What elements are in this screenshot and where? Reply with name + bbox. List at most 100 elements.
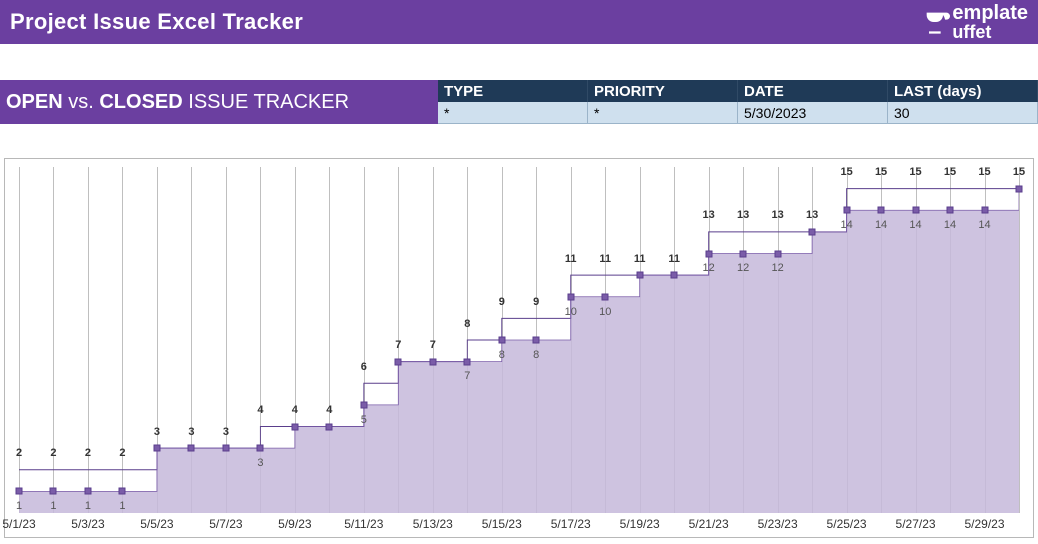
open-label: 2 (50, 447, 56, 459)
filter-table: TYPE PRIORITY DATE LAST (days) * * 5/30/… (438, 80, 1038, 124)
open-label: 11 (599, 253, 611, 265)
closed-label: 12 (703, 262, 715, 274)
data-marker (257, 445, 264, 452)
page-title: Project Issue Excel Tracker (10, 9, 303, 35)
chart-container[interactable]: 2222333444677899111111111313131315151515… (4, 158, 1034, 538)
closed-label: 12 (737, 262, 749, 274)
closed-label: 14 (944, 219, 956, 231)
data-marker (50, 488, 57, 495)
x-tick-label: 5/27/23 (896, 517, 936, 531)
closed-word: CLOSED (99, 91, 182, 113)
closed-label: 3 (257, 457, 263, 469)
x-tick-label: 5/11/23 (344, 517, 383, 531)
closed-label: 14 (840, 219, 852, 231)
open-label: 15 (978, 166, 990, 178)
open-label: 7 (430, 339, 436, 351)
open-label: 13 (806, 209, 818, 221)
open-label: 15 (944, 166, 956, 178)
title-bar: Project Issue Excel Tracker emplateuffet (0, 0, 1038, 44)
filter-cell-type[interactable]: * (438, 102, 588, 124)
data-marker (119, 488, 126, 495)
x-tick-label: 5/29/23 (964, 517, 1004, 531)
closed-label: 14 (978, 219, 990, 231)
data-marker (429, 358, 436, 365)
data-marker (636, 272, 643, 279)
filter-head-priority: PRIORITY (588, 80, 738, 102)
closed-label: 7 (464, 370, 470, 382)
open-label: 15 (840, 166, 852, 178)
closed-label: 10 (599, 306, 611, 318)
x-tick-label: 5/23/23 (758, 517, 798, 531)
open-label: 2 (16, 447, 22, 459)
x-tick-label: 5/19/23 (620, 517, 660, 531)
section-title: OPEN vs. CLOSED ISSUE TRACKER (0, 80, 438, 124)
data-marker (16, 488, 23, 495)
filter-head-type: TYPE (438, 80, 588, 102)
x-tick-label: 5/21/23 (689, 517, 729, 531)
open-label: 13 (737, 209, 749, 221)
open-label: 4 (326, 404, 332, 416)
open-label: 9 (499, 296, 505, 308)
data-marker (809, 228, 816, 235)
closed-label: 1 (119, 500, 125, 512)
x-tick-label: 5/13/23 (413, 517, 453, 531)
x-tick-label: 5/17/23 (551, 517, 591, 531)
data-marker (326, 423, 333, 430)
open-label: 13 (771, 209, 783, 221)
data-marker (567, 293, 574, 300)
closed-label: 10 (565, 306, 577, 318)
closed-label: 1 (85, 500, 91, 512)
data-marker (464, 358, 471, 365)
open-label: 8 (464, 318, 470, 330)
x-tick-label: 5/1/23 (2, 517, 35, 531)
x-tick-label: 5/3/23 (71, 517, 104, 531)
rest-word: ISSUE TRACKER (183, 91, 349, 113)
open-label: 15 (1013, 166, 1025, 178)
closed-label: 14 (909, 219, 921, 231)
data-marker (360, 401, 367, 408)
closed-label: 1 (16, 500, 22, 512)
cup-icon (922, 8, 950, 36)
open-label: 15 (875, 166, 887, 178)
closed-label: 5 (361, 414, 367, 426)
closed-label: 1 (50, 500, 56, 512)
data-marker (878, 207, 885, 214)
data-marker (153, 445, 160, 452)
data-marker (671, 272, 678, 279)
x-tick-label: 5/5/23 (140, 517, 173, 531)
x-tick-label: 5/7/23 (209, 517, 242, 531)
brand-logo: emplateuffet (922, 3, 1028, 41)
data-marker (912, 207, 919, 214)
data-marker (498, 337, 505, 344)
data-marker (84, 488, 91, 495)
data-marker (188, 445, 195, 452)
data-marker (947, 207, 954, 214)
open-label: 9 (533, 296, 539, 308)
filter-cell-last[interactable]: 30 (888, 102, 1038, 124)
x-tick-label: 5/25/23 (827, 517, 867, 531)
open-label: 3 (223, 426, 229, 438)
open-label: 3 (188, 426, 194, 438)
open-label: 4 (292, 404, 298, 416)
open-label: 11 (668, 253, 680, 265)
gridline (1019, 167, 1020, 513)
data-marker (222, 445, 229, 452)
filter-cell-date[interactable]: 5/30/2023 (738, 102, 888, 124)
open-label: 11 (565, 253, 577, 265)
open-label: 3 (154, 426, 160, 438)
data-marker (395, 358, 402, 365)
open-label: 7 (395, 339, 401, 351)
open-label: 2 (119, 447, 125, 459)
closed-label: 14 (875, 219, 887, 231)
filter-cell-priority[interactable]: * (588, 102, 738, 124)
x-tick-label: 5/9/23 (278, 517, 311, 531)
chart-x-axis: 5/1/235/3/235/5/235/7/235/9/235/11/235/1… (19, 515, 1019, 535)
data-marker (774, 250, 781, 257)
logo-text: emplateuffet (952, 3, 1028, 41)
open-label: 6 (361, 361, 367, 373)
open-label: 4 (257, 404, 263, 416)
open-label: 2 (85, 447, 91, 459)
data-marker (533, 337, 540, 344)
closed-label: 8 (499, 349, 505, 361)
sub-header-row: OPEN vs. CLOSED ISSUE TRACKER TYPE PRIOR… (0, 80, 1038, 124)
